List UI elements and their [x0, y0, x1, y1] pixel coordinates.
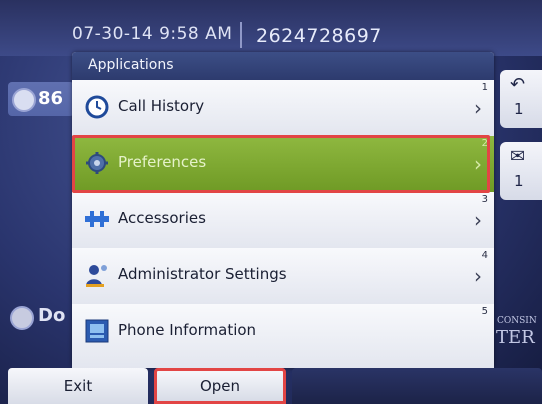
directory-icon — [10, 306, 34, 330]
chevron-right-icon: › — [474, 152, 482, 176]
call-return-count: 1 — [514, 100, 524, 118]
menu-item-accessories[interactable]: Accessories 3 › — [72, 192, 494, 249]
clock-icon — [84, 94, 110, 120]
open-label: Open — [199, 377, 241, 395]
menu-item-label: Accessories — [118, 209, 206, 227]
chevron-right-icon: › — [474, 208, 482, 232]
open-softkey[interactable]: Open — [154, 368, 286, 404]
panel-title: Applications — [88, 57, 174, 73]
menu-item-preferences[interactable]: Preferences 2 › — [72, 136, 494, 193]
gear-icon — [84, 150, 110, 176]
voicemail-count: 1 — [514, 172, 524, 190]
puzzle-icon — [84, 206, 110, 232]
menu-item-number: 3 — [481, 194, 488, 205]
applications-panel: Applications Call History 1 › Preference… — [72, 52, 494, 368]
panel-header: Applications — [72, 52, 494, 80]
line-key[interactable]: 86 — [8, 82, 74, 116]
status-divider — [240, 22, 242, 48]
menu-item-label: Phone Information — [118, 321, 257, 339]
info-icon — [84, 318, 110, 344]
exit-label: Exit — [63, 377, 93, 395]
menu-item-number: 1 — [481, 82, 488, 93]
directory-label: Do — [38, 305, 66, 326]
status-bar: 07-30-14 9:58 AM 2624728697 — [0, 0, 542, 56]
voicemail-icon: ✉ — [510, 146, 526, 167]
datetime: 07-30-14 9:58 AM — [72, 24, 233, 44]
menu-item-phone-information[interactable]: Phone Information 5 — [72, 304, 494, 368]
menu-item-label: Preferences — [118, 153, 207, 171]
menu-item-label: Call History — [118, 97, 205, 115]
watermark-bottom: TER — [496, 327, 535, 348]
call-return-icon: ↶ — [510, 74, 526, 95]
exit-softkey[interactable]: Exit — [8, 368, 148, 404]
empty-softkey-area — [292, 368, 542, 404]
chevron-right-icon: › — [474, 96, 482, 120]
menu-item-number: 4 — [481, 250, 488, 261]
line-label: 86 — [38, 88, 64, 109]
voicemail-key[interactable]: ✉ 1 — [500, 142, 542, 200]
phone-screen: 07-30-14 9:58 AM 2624728697 86 Do ↶ 1 ✉ … — [0, 0, 542, 404]
call-return-key[interactable]: ↶ 1 — [500, 70, 542, 128]
line-icon — [12, 88, 36, 112]
chevron-right-icon: › — [474, 264, 482, 288]
watermark-top: CONSIN — [497, 316, 537, 326]
menu-item-label: Administrator Settings — [118, 265, 287, 283]
menu-item-call-history[interactable]: Call History 1 › — [72, 80, 494, 137]
admin-icon — [84, 262, 110, 288]
menu-item-administrator-settings[interactable]: Administrator Settings 4 › — [72, 248, 494, 305]
menu-item-number: 2 — [481, 138, 488, 149]
phone-number: 2624728697 — [256, 25, 382, 47]
menu-item-number: 5 — [481, 306, 488, 317]
